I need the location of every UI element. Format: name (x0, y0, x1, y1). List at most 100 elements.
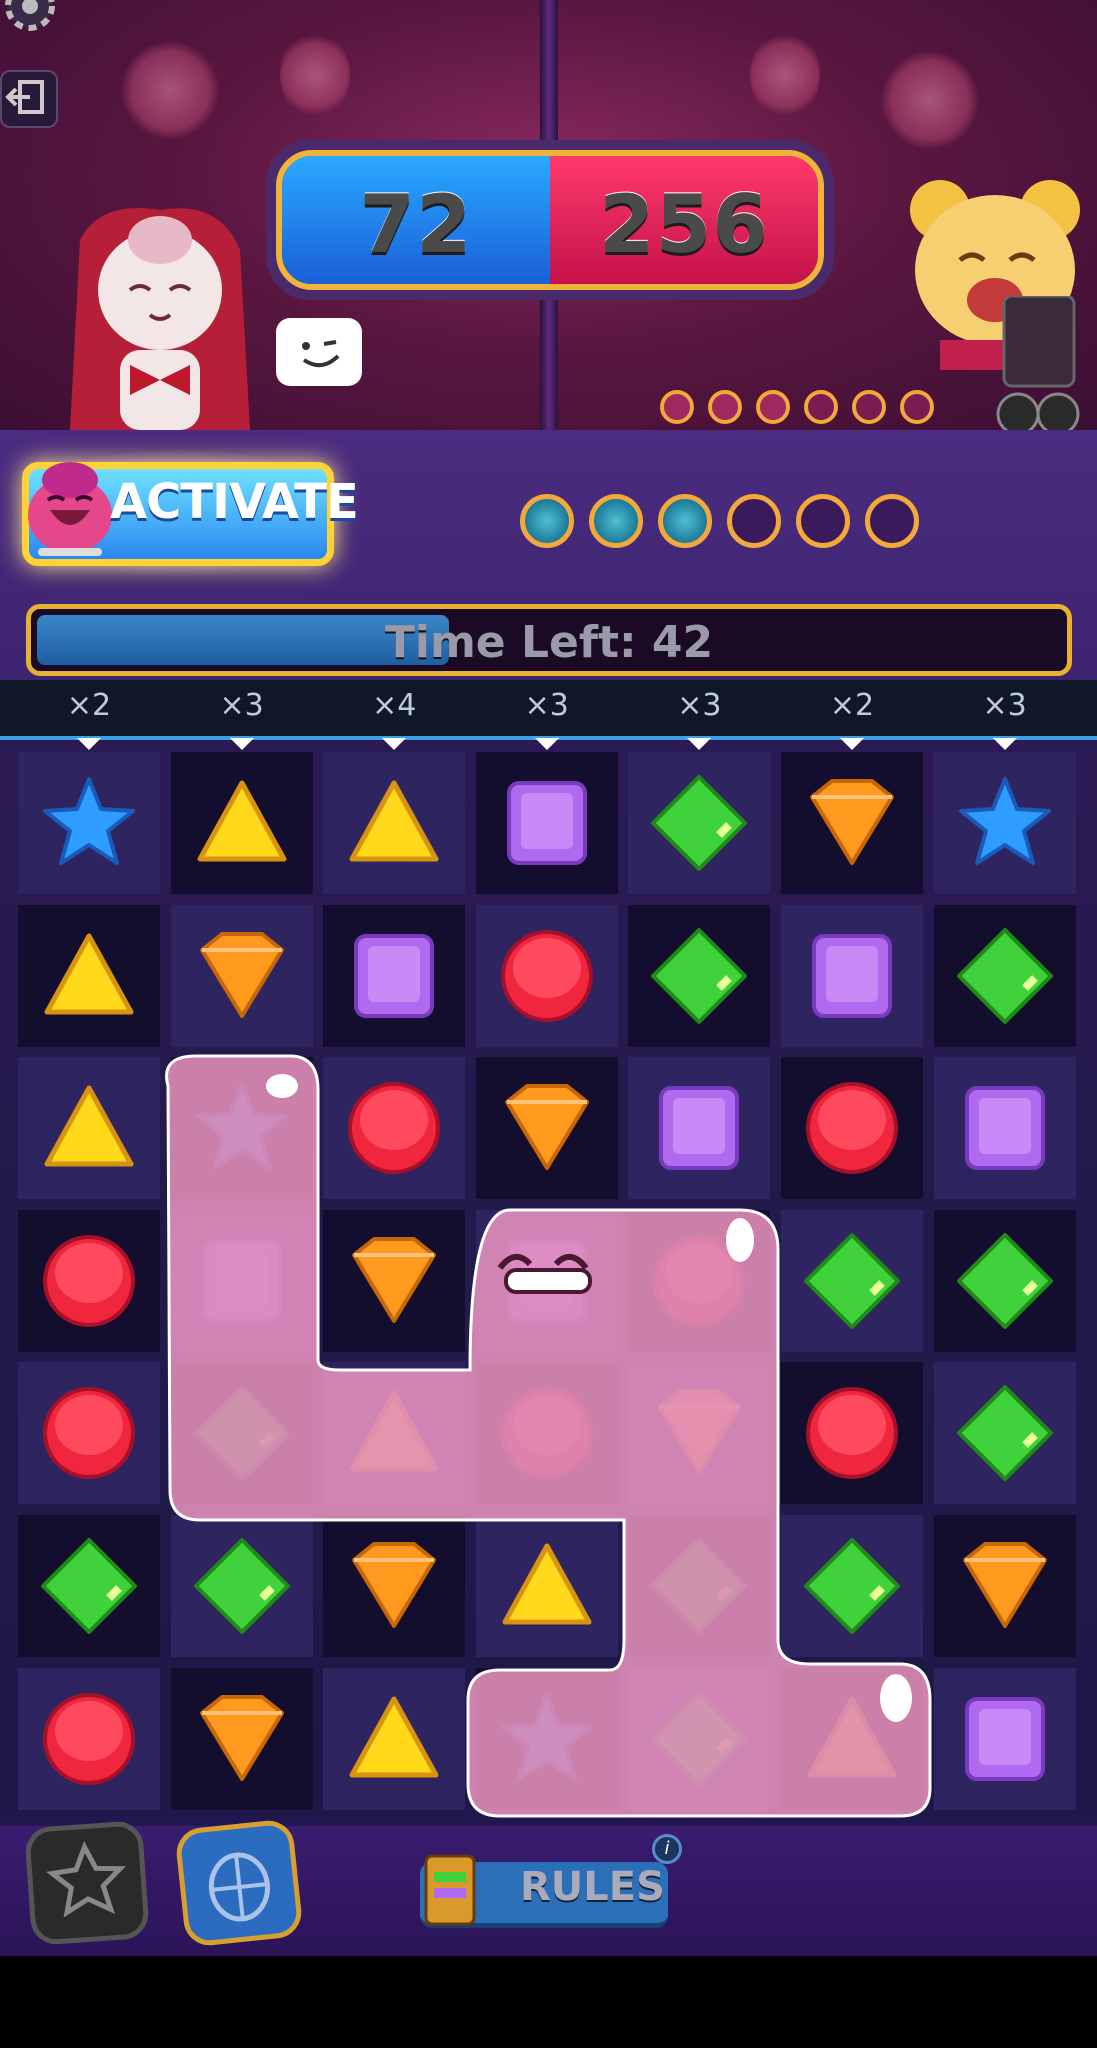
board-cell[interactable] (781, 1667, 923, 1810)
scarab-icon (208, 1852, 270, 1922)
board-cell[interactable] (18, 1362, 160, 1505)
board-cell[interactable] (18, 904, 160, 1047)
board-cell[interactable] (475, 904, 618, 1047)
circle-red-gem-icon (500, 929, 593, 1022)
board-cell[interactable] (781, 1362, 923, 1505)
opponent-charge-dot (708, 390, 742, 424)
board-cell[interactable] (323, 752, 466, 894)
board-cell[interactable] (170, 904, 313, 1047)
column-arrow-icon (382, 738, 407, 750)
board-cell[interactable] (781, 1515, 923, 1657)
board-cell[interactable] (933, 1515, 1076, 1657)
column-multiplier: ×4 (372, 688, 417, 723)
board-cell[interactable] (628, 1057, 771, 1200)
diamond-green-gem-icon (804, 1232, 900, 1329)
game-screen: 72 256 ACTIVATE Time Left: 42 ×2 ×3 ×4 ×3 ×3… (0, 0, 1097, 2048)
activate-charge-dot (865, 494, 919, 548)
board-cell[interactable] (170, 1209, 313, 1352)
square-purple-gem-icon (812, 933, 892, 1018)
opponent-charge-dot (660, 390, 694, 424)
board-cell[interactable] (18, 1209, 160, 1352)
board-cell[interactable] (18, 1667, 160, 1810)
star-blue-gem-icon (195, 1082, 288, 1171)
column-multiplier: ×3 (982, 688, 1027, 723)
board-cell[interactable] (781, 1209, 923, 1352)
board-cell[interactable] (323, 904, 466, 1047)
square-purple-gem-icon (354, 933, 435, 1018)
board-cell[interactable] (628, 1209, 771, 1352)
opponent-charge-dot (900, 390, 934, 424)
square-purple-gem-icon (506, 781, 587, 865)
diamond-green-gem-icon (193, 1385, 290, 1482)
triangle-yellow-gem-icon (349, 1696, 439, 1778)
board-cell[interactable] (781, 1057, 923, 1200)
gear-icon[interactable] (0, 0, 60, 36)
column-multiplier: ×3 (677, 688, 722, 723)
scarab-booster-button[interactable] (174, 1818, 304, 1948)
player-score: 72 (359, 178, 473, 271)
shield-orange-gem-icon (504, 1084, 589, 1171)
board-cell[interactable] (323, 1667, 466, 1810)
square-purple-gem-icon (964, 1696, 1045, 1781)
board-cell[interactable] (323, 1209, 466, 1352)
board-cell[interactable] (933, 752, 1076, 894)
triangle-yellow-gem-icon (44, 933, 134, 1015)
board-cell[interactable] (628, 1667, 771, 1810)
board-cell[interactable] (475, 1515, 618, 1657)
square-purple-gem-icon (964, 1086, 1045, 1171)
board-cell[interactable] (933, 1362, 1076, 1505)
star-blue-gem-icon (500, 1692, 593, 1781)
board-cell[interactable] (781, 752, 923, 894)
board-cell[interactable] (170, 752, 313, 894)
board-cell[interactable] (18, 752, 160, 894)
diamond-green-gem-icon (804, 1538, 900, 1634)
board-cell[interactable] (933, 1667, 1076, 1810)
exit-button[interactable] (0, 70, 58, 128)
exit-icon (5, 80, 44, 114)
board-cell[interactable] (475, 1209, 618, 1352)
board-cell[interactable] (628, 1362, 771, 1505)
activate-charge-dot (727, 494, 781, 548)
triangle-yellow-gem-icon (349, 1390, 439, 1472)
activate-label: ACTIVATE (110, 474, 359, 530)
diamond-green-gem-icon (41, 1538, 137, 1634)
shield-orange-gem-icon (352, 1542, 437, 1628)
board-cell[interactable] (933, 1057, 1076, 1200)
opponent-score: 256 (599, 178, 769, 271)
board-cell[interactable] (18, 1515, 160, 1657)
board-cell[interactable] (933, 904, 1076, 1047)
column-multiplier: ×3 (524, 688, 569, 723)
shield-orange-gem-icon (810, 779, 894, 865)
board-cell[interactable] (933, 1209, 1076, 1352)
board-cell[interactable] (781, 904, 923, 1047)
board-cell[interactable] (475, 1667, 618, 1810)
star-blue-gem-icon (43, 777, 135, 865)
opponent-charge-dot (852, 390, 886, 424)
circle-red-gem-icon (43, 1387, 135, 1480)
board-cell[interactable] (170, 1057, 313, 1200)
board-cell[interactable] (323, 1057, 466, 1200)
board-cell[interactable] (475, 752, 618, 894)
board-cell[interactable] (475, 1362, 618, 1505)
board-cell[interactable] (170, 1362, 313, 1505)
diamond-green-gem-icon (956, 927, 1053, 1024)
time-left-label: Time Left: 42 (384, 617, 714, 668)
board-cell[interactable] (628, 1515, 771, 1657)
board-cell[interactable] (475, 1057, 618, 1200)
triangle-yellow-gem-icon (44, 1085, 134, 1167)
emote-button[interactable] (276, 318, 362, 386)
info-icon[interactable]: i (652, 1834, 682, 1864)
board-cell[interactable] (18, 1057, 160, 1200)
rules-label: RULES (520, 1864, 665, 1910)
board-cell[interactable] (170, 1667, 313, 1810)
square-purple-gem-icon (201, 1238, 282, 1323)
board-cell[interactable] (323, 1362, 466, 1505)
board-cell[interactable] (323, 1515, 466, 1657)
board-cell[interactable] (170, 1515, 313, 1657)
triangle-yellow-gem-icon (349, 780, 439, 862)
board-cell[interactable] (628, 904, 771, 1047)
board-cell[interactable] (628, 752, 771, 894)
column-multipliers: ×2 ×3 ×4 ×3 ×3 ×2 ×3 (0, 680, 1097, 750)
diamond-green-gem-icon (651, 1538, 748, 1634)
star-booster-button[interactable] (24, 1820, 150, 1946)
